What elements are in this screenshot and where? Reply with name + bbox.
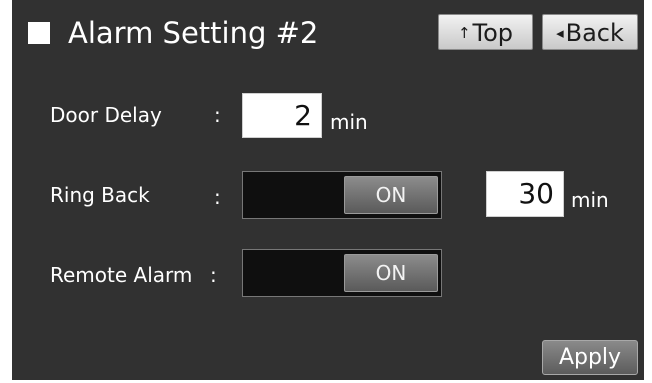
remote-alarm-toggle-knob: ON	[344, 254, 438, 292]
door-delay-input[interactable]: 2	[242, 93, 322, 138]
alarm-setting-screen: Alarm Setting #2 ↑Top ◂Back Door Delay :…	[12, 0, 644, 380]
ring-back-toggle-knob: ON	[344, 176, 438, 214]
remote-alarm-toggle[interactable]: ON	[242, 249, 442, 297]
arrow-up-icon: ↑	[457, 24, 471, 42]
remote-alarm-colon: :	[210, 263, 217, 287]
top-button[interactable]: ↑Top	[438, 14, 533, 50]
back-button-label: Back	[565, 19, 624, 47]
door-delay-unit: min	[330, 110, 368, 134]
ring-back-toggle[interactable]: ON	[242, 171, 442, 219]
ring-back-input[interactable]: 30	[486, 171, 564, 217]
remote-alarm-label: Remote Alarm	[50, 263, 193, 287]
top-button-label: Top	[472, 19, 514, 47]
apply-button[interactable]: Apply	[542, 340, 638, 375]
page-title: Alarm Setting #2	[68, 16, 319, 50]
ring-back-label: Ring Back	[50, 183, 150, 207]
ring-back-unit: min	[571, 188, 609, 212]
door-delay-colon: :	[214, 103, 221, 127]
door-delay-label: Door Delay	[50, 103, 162, 127]
triangle-left-icon: ◂	[556, 24, 564, 42]
ring-back-colon: :	[214, 185, 221, 209]
back-button[interactable]: ◂Back	[542, 14, 638, 50]
title-checkbox-icon	[28, 22, 50, 44]
